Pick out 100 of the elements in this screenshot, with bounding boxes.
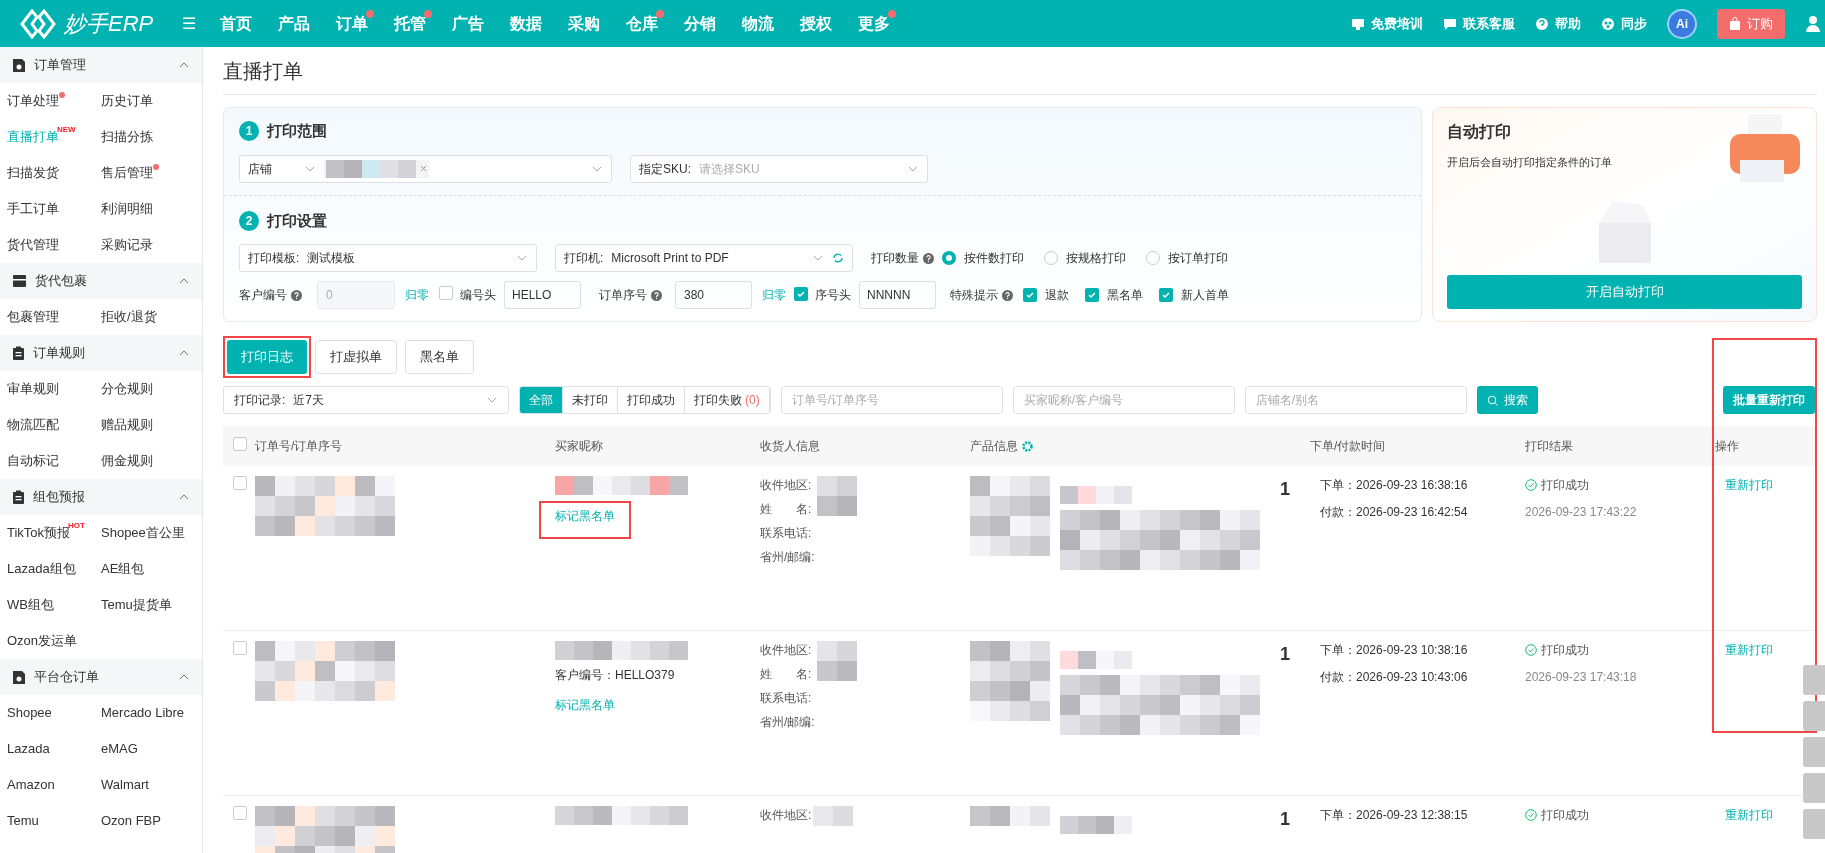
shopping-bag-icon	[1729, 17, 1741, 30]
tag-label: HOT	[68, 520, 85, 530]
customer-number: 客户编号：HELLO379	[555, 667, 676, 684]
clipboard-icon	[12, 345, 25, 361]
quantity: 1	[1280, 808, 1290, 831]
sidebar-item[interactable]: 审单规则	[7, 379, 59, 399]
template-select[interactable]: 打印模板: 测试模板	[239, 244, 537, 272]
card-description: 开启后会自动打印指定条件的订单	[1447, 155, 1613, 170]
order-time: 下单：2026-09-23 10:38:16	[1320, 642, 1469, 659]
field-label: 收件地区:	[760, 807, 812, 824]
sku-select[interactable]: 指定SKU: 请选择SKU	[630, 154, 928, 183]
sidebar-item[interactable]: Walmart	[101, 775, 149, 795]
checkbox[interactable]	[1159, 288, 1173, 302]
sidebar-item[interactable]: 赠品规则	[101, 415, 153, 435]
printer-select[interactable]: 打印机: Microsoft Print to PDF	[555, 244, 853, 272]
section-heading: 打印范围	[267, 121, 327, 141]
sidebar-item[interactable]: Temu	[7, 811, 39, 831]
sidebar-item[interactable]: Lazada组包	[7, 559, 76, 579]
order-sequence-field[interactable]: 380	[675, 281, 752, 309]
step-number: 2	[239, 210, 259, 231]
checkbox[interactable]	[794, 287, 808, 301]
sidebar-item[interactable]: 手工订单	[7, 199, 59, 219]
field-label: 省州/邮编:	[760, 714, 815, 731]
sidebar-item[interactable]: Ozon FBP	[101, 811, 161, 831]
buyer-search-field[interactable]: 买家昵称/客户编号	[1012, 386, 1235, 414]
sidebar-item[interactable]: Temu提货单	[101, 595, 172, 615]
prefix-field[interactable]: HELLO	[504, 281, 581, 309]
sidebar-item[interactable]: eMAG	[101, 739, 138, 759]
shop-select[interactable]: 店铺	[239, 154, 612, 183]
field-label: 客户编号	[239, 287, 287, 304]
column-header: 操作	[1715, 438, 1739, 455]
refresh-icon[interactable]	[832, 252, 844, 264]
sidebar-item[interactable]: 售后管理	[101, 163, 153, 183]
checkbox[interactable]	[1085, 288, 1099, 302]
checkbox[interactable]	[1023, 288, 1037, 302]
sidebar-item[interactable]: 采购记录	[101, 235, 153, 255]
close-icon[interactable]	[420, 165, 427, 172]
checkbox-label: 新人首单	[1181, 287, 1229, 304]
blurred-content	[816, 476, 857, 516]
field-label: 省州/邮编:	[760, 549, 815, 566]
checkbox-label: 编号头	[460, 287, 496, 304]
checkbox-label: 序号头	[815, 287, 851, 304]
sidebar-item[interactable]: 佣金规则	[101, 451, 153, 471]
sidebar-item[interactable]: 扫描发货	[7, 163, 59, 183]
sidebar-item[interactable]: 自动标记	[7, 451, 59, 471]
order-time: 下单：2026-09-23 12:38:15	[1320, 807, 1469, 824]
checkbox[interactable]	[439, 285, 453, 300]
sidebar-item[interactable]: Shopee	[7, 703, 52, 723]
checkbox[interactable]	[233, 436, 247, 451]
sidebar-item[interactable]: 货代管理	[7, 235, 59, 255]
field-label: 订单序号	[599, 287, 647, 304]
sidebar-item[interactable]: AE组包	[101, 559, 145, 579]
section-title[interactable]: 订单规则	[33, 343, 85, 363]
column-header: 下单/付款时间	[1310, 438, 1386, 455]
sidebar-item[interactable]: Mercado Libre	[101, 703, 185, 723]
prefix-field[interactable]: NNNNN	[859, 281, 936, 309]
tag-label: NEW	[57, 124, 76, 134]
field-label: 打印数量	[871, 250, 919, 267]
sidebar-item[interactable]: Shopee首公里	[101, 523, 185, 543]
blurred-content	[1060, 651, 1132, 669]
sidebar-item[interactable]: 扫描分拣	[101, 127, 153, 147]
sidebar-item[interactable]: Ozon发运单	[7, 631, 78, 651]
section-title[interactable]: 订单管理	[34, 55, 86, 75]
sidebar-item[interactable]: 分仓规则	[101, 379, 153, 399]
checkbox[interactable]	[233, 806, 247, 820]
order-search-field[interactable]: 订单号/订单序号	[780, 386, 1003, 414]
field-label: 特殊提示	[950, 287, 998, 304]
checkbox[interactable]	[233, 476, 247, 490]
sidebar-item[interactable]: WB组包	[7, 595, 54, 615]
quantity: 1	[1280, 478, 1290, 501]
sidebar-item[interactable]: 订单处理	[7, 91, 59, 111]
sidebar-item[interactable]: 拒收/退货	[101, 307, 157, 327]
column-header: 买家昵称	[555, 438, 603, 455]
sidebar-item[interactable]: 物流匹配	[7, 415, 59, 435]
tab[interactable]: 打虚拟单	[315, 340, 397, 374]
print-record-select[interactable]: 打印记录: 近7天	[223, 386, 509, 414]
checkbox-label: 退款	[1045, 287, 1069, 304]
sidebar-item[interactable]: Lazada	[7, 739, 50, 759]
section-title[interactable]: 平台仓订单	[34, 667, 99, 687]
sidebar-item[interactable]: 包裹管理	[7, 307, 59, 327]
sidebar-item[interactable]: 利润明细	[101, 199, 153, 219]
shop-search-field[interactable]: 店铺名/别名	[1244, 386, 1467, 414]
step-number: 1	[239, 121, 259, 142]
gear-icon[interactable]	[1022, 440, 1033, 452]
print-status: 打印成功	[1541, 807, 1589, 824]
help-icon	[923, 252, 934, 264]
radio-button[interactable]	[942, 251, 956, 265]
document-gear-icon	[12, 57, 26, 73]
sidebar-item[interactable]: 历史订单	[101, 91, 153, 111]
chat-icon	[1443, 16, 1457, 31]
radio-label: 按件数打印	[964, 250, 1024, 267]
ai-button[interactable]: Ai	[1667, 8, 1697, 39]
column-header: 打印结果	[1525, 438, 1573, 455]
section-title[interactable]: 货代包裹	[35, 271, 87, 291]
tab[interactable]: 黑名单	[405, 340, 474, 374]
section-title[interactable]: 组包预报	[33, 487, 85, 507]
user-icon[interactable]	[1805, 14, 1821, 33]
checkmark-icon	[1161, 290, 1171, 300]
checkbox[interactable]	[233, 641, 247, 655]
sidebar-item[interactable]: Amazon	[7, 775, 55, 795]
